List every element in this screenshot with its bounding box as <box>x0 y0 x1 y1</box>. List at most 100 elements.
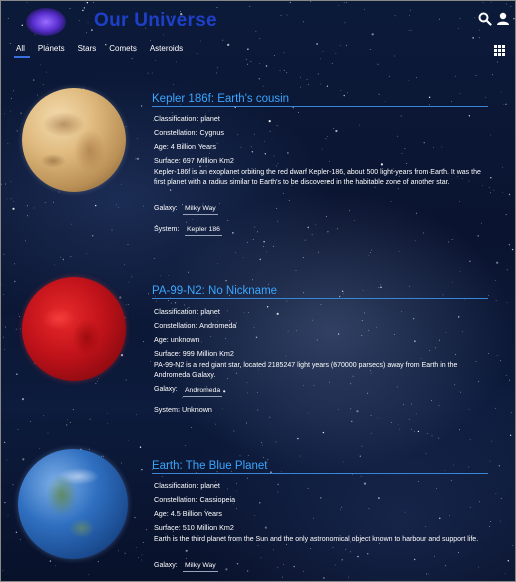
star-dot <box>216 142 218 144</box>
star-dot <box>136 138 138 140</box>
app-logo[interactable] <box>26 8 66 36</box>
star-dot <box>255 336 258 338</box>
star-dot <box>276 312 279 315</box>
star-dot <box>33 207 35 209</box>
galaxy-chip[interactable]: Milky Way <box>183 205 218 215</box>
star-dot <box>414 340 416 342</box>
star-dot <box>332 547 334 548</box>
star-dot <box>462 331 463 333</box>
star-dot <box>273 549 274 551</box>
grid-view-icon[interactable] <box>494 43 505 56</box>
star-dot <box>33 79 35 81</box>
star-dot <box>370 432 372 434</box>
star-dot <box>370 252 371 254</box>
star-dot <box>335 129 338 133</box>
star-dot <box>135 547 137 549</box>
star-dot <box>67 419 68 421</box>
star-dot <box>350 383 352 385</box>
star-dot <box>285 355 287 357</box>
star-dot <box>215 315 217 317</box>
star-dot <box>37 94 38 96</box>
star-dot <box>341 559 343 561</box>
star-dot <box>391 422 392 423</box>
star-dot <box>262 246 264 248</box>
star-dot <box>454 384 456 386</box>
surface-text: Surface: 697 Million Km2 <box>154 156 234 165</box>
star-dot <box>469 260 471 262</box>
description-text: Kepler-186f is an exoplanet orbiting the… <box>154 169 481 186</box>
star-dot <box>411 428 413 430</box>
card-title[interactable]: Earth: The Blue Planet <box>152 460 488 474</box>
star-dot <box>219 202 220 204</box>
card-title[interactable]: PA-99-N2: No Nickname <box>152 285 488 299</box>
star-dot <box>156 300 157 302</box>
user-icon[interactable] <box>496 12 510 28</box>
star-dot <box>263 140 265 142</box>
star-dot <box>168 300 170 301</box>
star-dot <box>225 338 227 339</box>
star-dot <box>38 448 40 449</box>
star-dot <box>7 514 9 516</box>
star-dot <box>315 224 317 226</box>
star-dot <box>367 392 368 394</box>
star-dot <box>42 84 44 86</box>
star-dot <box>257 409 259 411</box>
search-icon[interactable] <box>478 12 492 28</box>
star-dot <box>139 446 142 448</box>
star-dot <box>451 239 453 240</box>
system-chip[interactable]: Kepler 186 <box>185 226 222 236</box>
star-dot <box>3 336 4 338</box>
star-dot <box>458 316 460 318</box>
star-dot <box>95 204 97 207</box>
star-dot <box>282 564 284 565</box>
star-dot <box>4 113 6 115</box>
star-dot <box>316 339 318 341</box>
star-dot <box>340 90 342 92</box>
star-dot <box>3 253 5 255</box>
star-dot <box>478 381 480 382</box>
tab-comets[interactable]: Comets <box>107 44 142 58</box>
star-dot <box>233 430 235 432</box>
star-dot <box>401 311 402 312</box>
star-dot <box>277 566 279 568</box>
star-dot <box>368 330 370 331</box>
star-dot <box>488 187 490 189</box>
star-dot <box>22 458 25 461</box>
galaxy-chip[interactable]: Milky Way <box>183 562 218 572</box>
star-dot <box>400 115 402 117</box>
star-image <box>22 277 126 381</box>
star-dot <box>269 416 271 418</box>
age-text: Age: 4 Billion Years <box>154 142 216 151</box>
star-dot <box>416 212 417 214</box>
galaxy-label: Galaxy: <box>154 386 178 393</box>
star-dot <box>151 72 153 74</box>
star-dot <box>264 153 266 155</box>
star-dot <box>257 392 258 393</box>
tab-stars[interactable]: Stars <box>76 44 102 58</box>
star-dot <box>449 515 450 516</box>
star-dot <box>264 526 267 529</box>
tab-planets[interactable]: Planets <box>36 44 70 58</box>
star-dot <box>417 481 419 482</box>
star-dot <box>259 258 261 261</box>
star-dot <box>310 548 311 549</box>
star-dot <box>361 320 363 322</box>
star-dot <box>266 306 269 308</box>
star-dot <box>339 509 341 511</box>
star-dot <box>401 153 403 154</box>
category-tabs: All Planets Stars Comets Asteroids <box>14 44 194 58</box>
star-dot <box>455 354 456 356</box>
star-dot <box>47 432 49 434</box>
star-dot <box>124 264 126 266</box>
star-dot <box>173 84 175 86</box>
star-dot <box>277 483 279 486</box>
star-dot <box>436 488 437 489</box>
star-dot <box>282 192 284 194</box>
star-dot <box>431 435 433 437</box>
tab-asteroids[interactable]: Asteroids <box>148 44 188 58</box>
card-title[interactable]: Kepler 186f: Earth's cousin <box>152 93 488 107</box>
star-dot <box>257 231 258 233</box>
galaxy-chip[interactable]: Andromeda <box>183 387 223 397</box>
star-dot <box>17 429 19 430</box>
tab-all[interactable]: All <box>14 44 30 58</box>
